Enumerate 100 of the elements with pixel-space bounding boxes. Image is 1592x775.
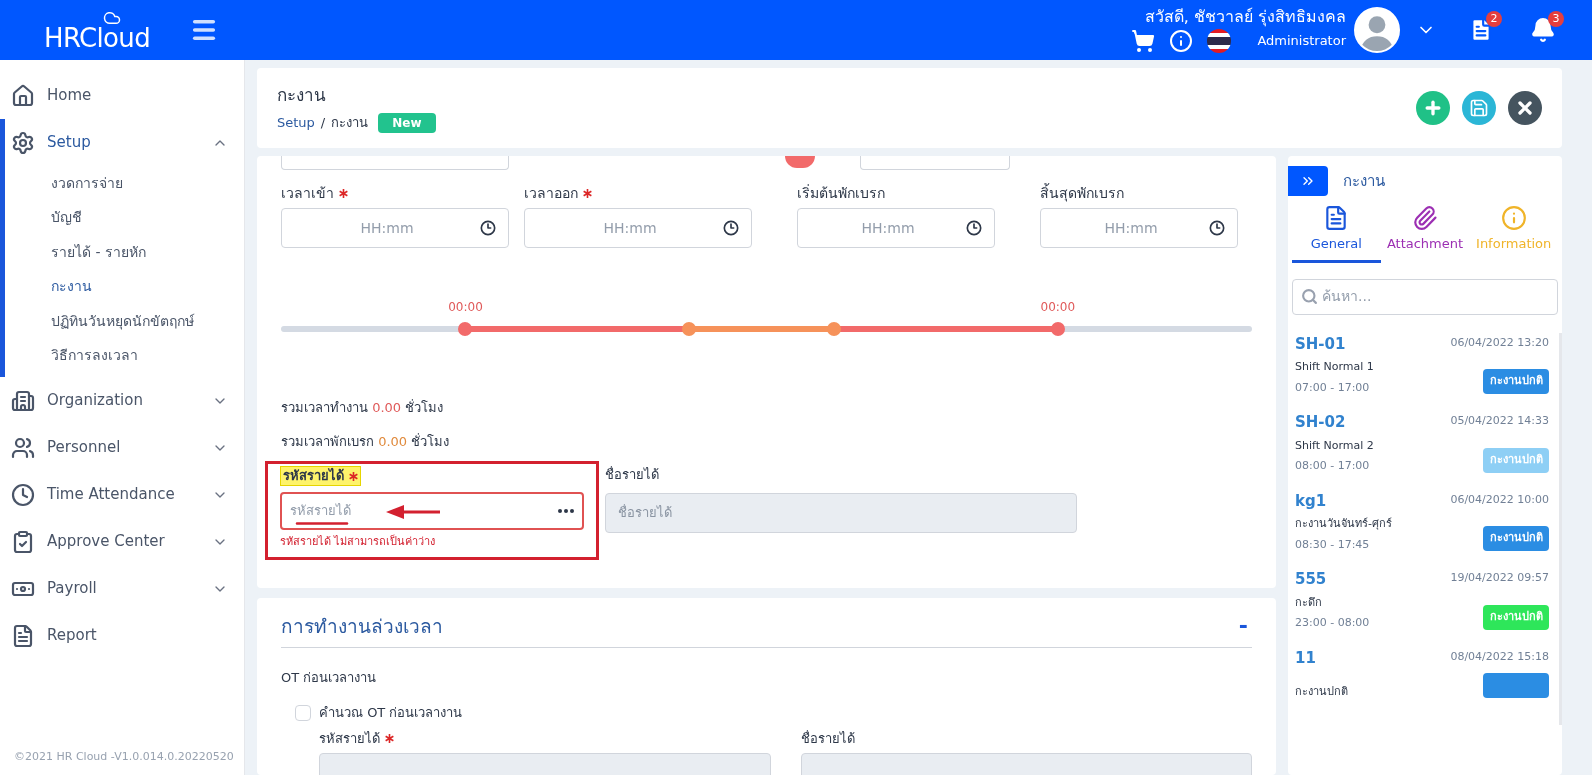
building-icon: [11, 388, 35, 413]
shift-list-item[interactable]: kg1 06/04/2022 10:00 กะงานวันจันทร์-ศุกร์ 08:30 - 17:45 กะงานปกติ: [1295, 489, 1549, 568]
input-field[interactable]: [860, 156, 1010, 170]
shift-time: 08:30 - 17:45: [1295, 536, 1371, 553]
field-label: ชื่อรายได้: [605, 465, 660, 484]
sidebar-item[interactable]: Personnel: [5, 424, 244, 471]
greeting-text: สวัสดี, ชัชวาลย์ รุ่งสิทธิมงคล: [1144, 7, 1346, 27]
clock-icon: [966, 220, 982, 236]
logo[interactable]: HRCloud: [44, 9, 151, 51]
shift-time: 23:00 - 08:00: [1295, 615, 1370, 631]
close-button[interactable]: [1508, 91, 1542, 125]
submenu-item[interactable]: รายได้ - รายหัก: [5, 235, 244, 270]
status-badge: กะงานปกติ: [1483, 526, 1549, 551]
shift-list-item[interactable]: 555 19/04/2022 09:57 กะดึก 23:00 - 08:00 กะงานปกติ: [1295, 568, 1549, 647]
shift-date: 06/04/2022 13:20: [1450, 334, 1549, 351]
shift-code: 11: [1295, 647, 1316, 669]
slider-handle[interactable]: [681, 322, 696, 336]
cart-icon[interactable]: [1131, 29, 1156, 53]
clock-icon: [11, 482, 35, 507]
shift-code: SH-02: [1295, 412, 1346, 433]
section-title: การทำงานล่วงเวลา: [281, 614, 444, 639]
subsection-title: OT ก่อนเวลางาน: [281, 668, 378, 687]
required-asterisk-icon: [348, 471, 358, 481]
role-text: Administrator: [1257, 32, 1346, 51]
shift-code: kg1: [1295, 490, 1327, 512]
submenu-item[interactable]: ปฏิทินวันหยุดนักขัตฤกษ์: [5, 304, 244, 339]
info-icon: [1500, 204, 1527, 232]
total-text: รวมเวลาทำงาน 0.00 ชั่วโมง: [281, 398, 445, 417]
color-swatch[interactable]: [785, 156, 815, 168]
expand-button[interactable]: [1288, 166, 1328, 196]
field-label: เวลาเข้า: [281, 183, 334, 203]
time-label: 00:00: [1040, 299, 1076, 316]
flag-icon[interactable]: [1207, 29, 1232, 53]
shift-date: 19/04/2022 09:57: [1450, 570, 1549, 586]
arrow-annotation: [386, 504, 442, 520]
status-badge: กะงานปกติ: [1483, 369, 1549, 394]
shift-time: 07:00 - 17:00: [1295, 379, 1371, 396]
paperclip-icon: [1412, 204, 1438, 232]
add-button[interactable]: [1416, 91, 1450, 125]
checkbox[interactable]: [295, 704, 311, 721]
clock-icon: [1209, 220, 1225, 236]
shift-list-item[interactable]: 11 08/04/2022 15:18 กะงานปกติ: [1295, 646, 1549, 725]
panel-title: กะงาน: [1343, 170, 1385, 192]
notification-badge: 3: [1548, 11, 1564, 27]
error-text: รหัสรายได้ ไม่สามารถเป็นค่าว่าง: [280, 534, 437, 550]
sidebar-item[interactable]: Home: [5, 72, 244, 119]
document-icon: [11, 623, 35, 648]
slider-handle[interactable]: [458, 322, 473, 336]
field-label: เริ่มต้นพักเบรก: [797, 183, 885, 203]
avatar[interactable]: [1354, 7, 1400, 53]
field-label: รหัสรายได้: [283, 467, 344, 486]
shift-code: 555: [1295, 569, 1327, 590]
save-icon: [1469, 98, 1489, 118]
page-title: กะงาน: [277, 84, 327, 108]
notification-badge: 2: [1486, 11, 1502, 27]
required-asterisk-icon: [582, 188, 592, 198]
slider-handle[interactable]: [1050, 322, 1065, 336]
panel-tab[interactable]: General: [1292, 204, 1381, 263]
field-label: สิ้นสุดพักเบรก: [1040, 182, 1124, 204]
shift-name: Shift Normal 1: [1295, 359, 1374, 375]
field-label: เวลาออก: [524, 183, 578, 203]
clipboard-icon: [11, 529, 35, 554]
timeline-slider[interactable]: 00:00 00:00: [281, 294, 1252, 354]
search-icon: [1301, 288, 1318, 305]
shift-time: 08:00 - 17:00: [1295, 458, 1371, 474]
panel-tab[interactable]: Attachment: [1380, 204, 1470, 263]
status-badge: New: [378, 112, 436, 133]
shift-name: Shift Normal 2: [1295, 437, 1374, 454]
field-label: ชื่อรายได้: [800, 729, 855, 748]
required-asterisk-icon: [384, 733, 394, 744]
status-badge: กะงานปกติ: [1483, 447, 1549, 473]
input-field[interactable]: [319, 752, 771, 775]
sidebar-item[interactable]: Payroll: [5, 565, 244, 612]
gear-icon: [11, 130, 35, 155]
input-field[interactable]: [800, 752, 1252, 775]
time-label: 00:00: [448, 299, 483, 316]
submenu-item[interactable]: งวดการจ่าย: [5, 166, 244, 201]
submenu-item[interactable]: กะงาน: [5, 269, 244, 304]
shift-list-item[interactable]: SH-02 05/04/2022 14:33 Shift Normal 2 08:00 - 17:00 กะงานปกติ: [1295, 411, 1549, 490]
more-icon[interactable]: [558, 509, 574, 513]
collapse-button[interactable]: -: [1234, 615, 1252, 638]
sidebar-item[interactable]: Organization: [5, 377, 244, 424]
breadcrumb-link[interactable]: Setup: [277, 113, 315, 133]
sidebar-item[interactable]: Setup: [5, 119, 244, 166]
sidebar-item[interactable]: Report: [5, 612, 244, 659]
submenu-item[interactable]: วิธีการลงเวลา: [5, 338, 244, 373]
info-icon[interactable]: [1169, 29, 1194, 53]
sidebar-item[interactable]: Approve Center: [5, 518, 244, 565]
input-field[interactable]: [281, 156, 509, 170]
shift-code: SH-01: [1295, 333, 1346, 355]
shift-list-item[interactable]: SH-01 06/04/2022 13:20 Shift Normal 1 07:00 - 17:00 กะงานปกติ: [1295, 332, 1549, 411]
sidebar-item[interactable]: Time Attendance: [5, 471, 244, 518]
shift-date: 05/04/2022 14:33: [1450, 413, 1549, 429]
close-icon: [1515, 98, 1535, 118]
slider-handle[interactable]: [827, 322, 842, 336]
shift-name: กะงานวันจันทร์-ศุกร์: [1295, 516, 1392, 532]
people-icon: [11, 435, 35, 460]
copyright-text: ©2021 HR Cloud -V1.0.014.0.20220520: [14, 748, 234, 765]
save-button[interactable]: [1462, 91, 1496, 125]
submenu-item[interactable]: บัญชี: [5, 200, 244, 235]
